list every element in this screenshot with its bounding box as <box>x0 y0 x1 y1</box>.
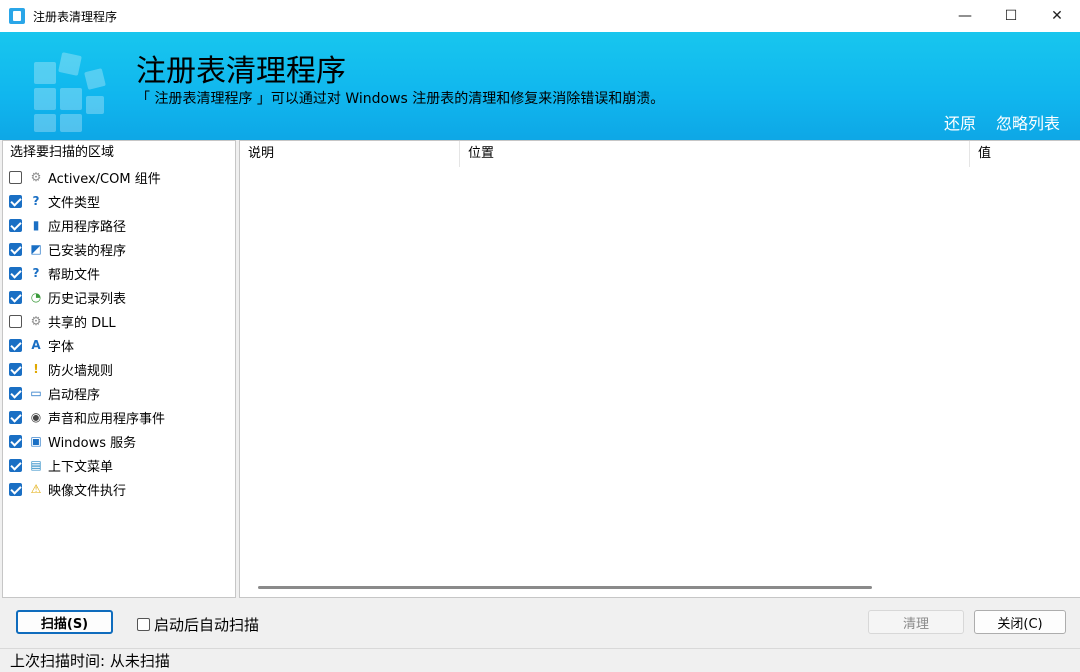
column-location[interactable]: 位置 <box>460 140 970 167</box>
scan-area-label: Windows 服务 <box>48 435 137 451</box>
scan-area-item[interactable]: ⚠ 映像文件执行 <box>3 477 235 501</box>
column-description[interactable]: 说明 <box>240 140 460 167</box>
results-panel: 说明 位置 值 <box>239 140 1080 598</box>
minimize-button[interactable]: — <box>942 0 988 32</box>
installed-program-icon: ◩ <box>30 242 42 256</box>
banner-title: 注册表清理程序 <box>136 54 346 89</box>
scan-area-label: 历史记录列表 <box>48 291 127 307</box>
banner-description: 「 注册表清理程序 」可以通过对 Windows 注册表的清理和修复来消除错误和… <box>136 91 665 107</box>
column-value[interactable]: 值 <box>970 141 1080 167</box>
scan-area-item[interactable]: ◉ 声音和应用程序事件 <box>3 405 235 429</box>
history-icon: ◔ <box>30 290 42 304</box>
auto-scan-checkbox[interactable] <box>137 618 150 631</box>
scan-area-checkbox[interactable] <box>9 314 22 328</box>
scan-area-item[interactable]: ? 帮助文件 <box>3 261 235 285</box>
scan-area-item[interactable]: ◩ 已安装的程序 <box>3 237 235 261</box>
scan-area-checkbox[interactable] <box>9 194 22 208</box>
scan-button[interactable]: 扫描(S) <box>16 610 113 634</box>
scan-area-item[interactable]: ▣ Windows 服务 <box>3 429 235 453</box>
scan-area-checkbox[interactable] <box>9 242 22 256</box>
results-column-header: 说明 位置 值 <box>240 140 1080 167</box>
scan-area-label: 应用程序路径 <box>48 219 127 235</box>
window-controls: — ☐ ✕ <box>942 0 1080 32</box>
title-bar: 注册表清理程序 — ☐ ✕ <box>0 0 1080 32</box>
file-type-icon: ? <box>32 194 40 208</box>
scan-area-item[interactable]: ◔ 历史记录列表 <box>3 285 235 309</box>
ignore-list-link[interactable]: 忽略列表 <box>996 110 1060 134</box>
scan-area-checkbox[interactable] <box>9 458 22 472</box>
help-icon: ? <box>32 266 40 280</box>
restore-link[interactable]: 还原 <box>944 110 976 134</box>
scan-area-checkbox[interactable] <box>9 434 22 448</box>
scan-area-checkbox[interactable] <box>9 290 22 304</box>
close-window-button[interactable]: ✕ <box>1034 0 1080 32</box>
scan-area-item[interactable]: ▮ 应用程序路径 <box>3 213 235 237</box>
auto-scan-toggle[interactable]: 启动后自动扫描 <box>137 614 259 635</box>
scan-area-checkbox[interactable] <box>9 482 22 496</box>
scan-area-label: 字体 <box>48 339 75 355</box>
scan-area-item[interactable]: ⚙ 共享的 DLL <box>3 309 235 333</box>
scan-area-checkbox[interactable] <box>9 410 22 424</box>
scan-area-label: 映像文件执行 <box>48 483 127 499</box>
startup-icon: ▭ <box>30 386 42 400</box>
scan-area-label: 启动程序 <box>48 387 101 403</box>
scan-area-label: 上下文菜单 <box>48 459 114 475</box>
app-icon <box>9 8 25 24</box>
sound-icon: ◉ <box>30 410 42 424</box>
scan-area-label: 声音和应用程序事件 <box>48 411 166 427</box>
horizontal-scrollbar[interactable] <box>258 586 872 589</box>
close-button[interactable]: 关闭(C) <box>974 610 1066 634</box>
app-path-icon: ▮ <box>32 218 40 232</box>
context-menu-icon: ▤ <box>30 458 42 472</box>
scan-area-item[interactable]: ▭ 启动程序 <box>3 381 235 405</box>
scan-area-checkbox[interactable] <box>9 218 22 232</box>
scan-area-item[interactable]: ! 防火墙规则 <box>3 357 235 381</box>
scan-area-item[interactable]: ⚙ Activex/COM 组件 <box>3 165 235 189</box>
scan-area-checkbox[interactable] <box>9 266 22 280</box>
maximize-button[interactable]: ☐ <box>988 0 1034 32</box>
registry-logo-icon <box>28 52 118 134</box>
scan-area-checkbox[interactable] <box>9 386 22 400</box>
scan-area-item[interactable]: ▤ 上下文菜单 <box>3 453 235 477</box>
status-bar: 上次扫描时间: 从未扫描 <box>0 648 1080 672</box>
scan-area-label: 共享的 DLL <box>48 315 116 331</box>
scan-area-label: 防火墙规则 <box>48 363 114 379</box>
font-icon: A <box>31 338 41 352</box>
scan-area-header: 选择要扫描的区域 <box>10 145 115 160</box>
scan-area-label: 文件类型 <box>48 195 101 211</box>
service-icon: ▣ <box>30 434 42 448</box>
component-icon: ⚙ <box>30 170 42 184</box>
scan-area-label: Activex/COM 组件 <box>48 171 161 187</box>
window-title: 注册表清理程序 <box>33 9 118 24</box>
scan-area-label: 帮助文件 <box>48 267 101 283</box>
scan-area-list: ⚙ Activex/COM 组件? 文件类型 ▮ 应用程序路径 ◩ 已安装的程序? 帮助文件 ◔… <box>3 165 235 501</box>
header-banner: 注册表清理程序 「 注册表清理程序 」可以通过对 Windows 注册表的清理和… <box>0 32 1080 140</box>
dll-icon: ⚙ <box>30 314 42 328</box>
scan-area-item[interactable]: ? 文件类型 <box>3 189 235 213</box>
warning-icon: ⚠ <box>30 482 42 496</box>
scan-area-label: 已安装的程序 <box>48 243 127 259</box>
auto-scan-label: 启动后自动扫描 <box>154 616 260 634</box>
scan-area-checkbox[interactable] <box>9 338 22 352</box>
banner-links: 还原 忽略列表 <box>944 110 1060 134</box>
bottom-bar: 扫描(S) 启动后自动扫描 清理 关闭(C) <box>0 598 1080 648</box>
scan-area-checkbox[interactable] <box>9 362 22 376</box>
scan-area-item[interactable]: A 字体 <box>3 333 235 357</box>
firewall-icon: ! <box>33 362 39 376</box>
clean-button[interactable]: 清理 <box>868 610 964 634</box>
scan-area-checkbox[interactable] <box>9 170 22 184</box>
scan-area-panel: 选择要扫描的区域 ⚙ Activex/COM 组件? 文件类型 ▮ 应用程序路径 ◩ 已安装… <box>2 140 236 598</box>
